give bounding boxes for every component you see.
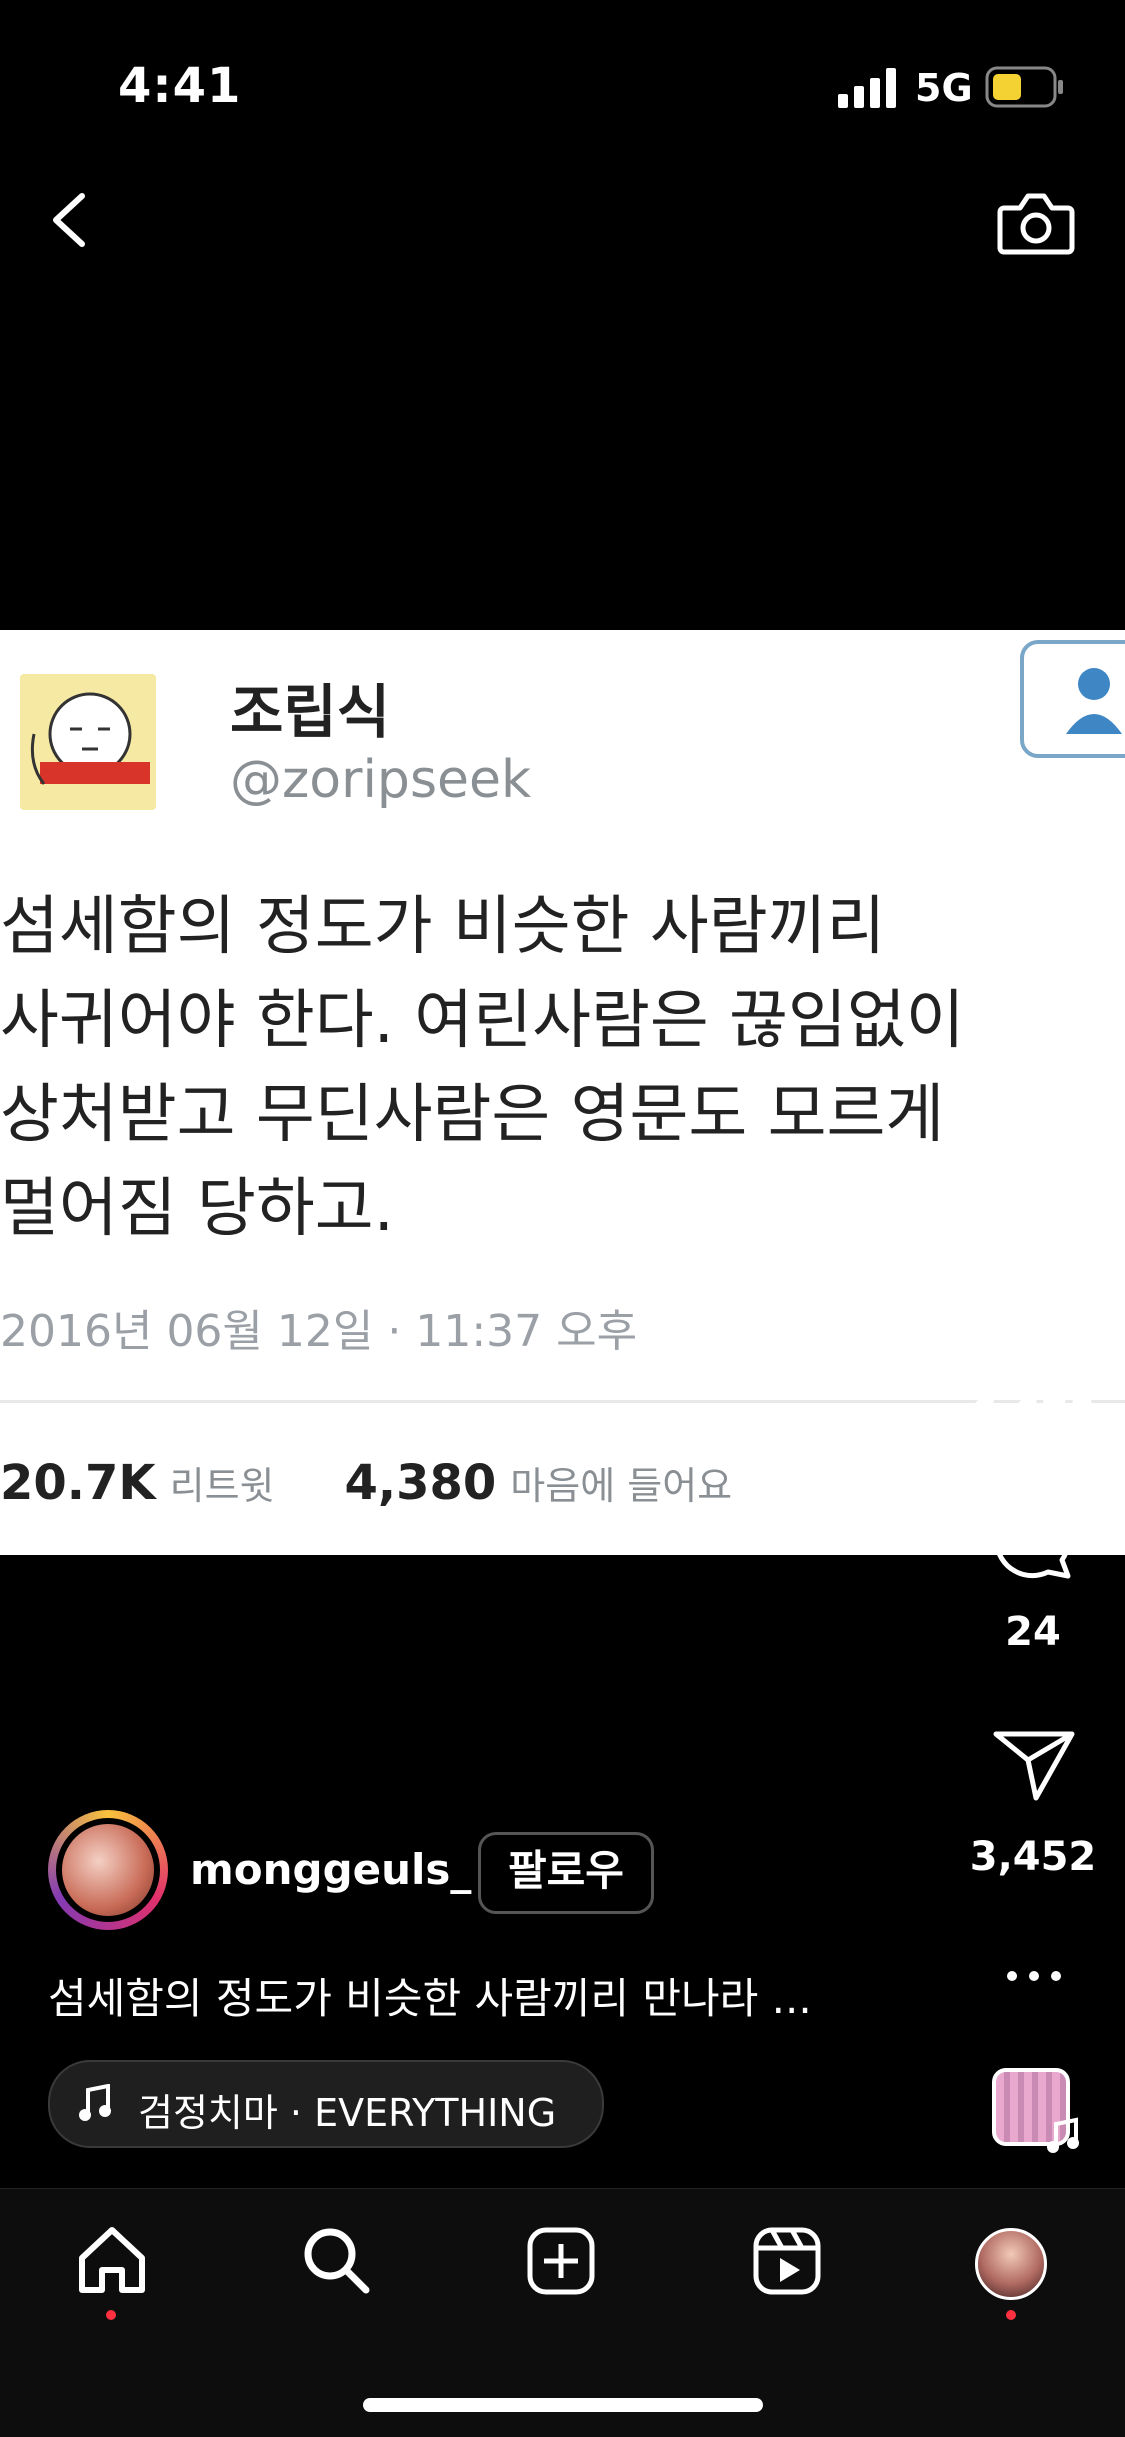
- profile-notification-dot: [1006, 2310, 1016, 2320]
- post-caption[interactable]: 섬세함의 정도가 비슷한 사람끼리 만나라 ...: [48, 1965, 812, 2026]
- music-track[interactable]: 검정치마 · EVERYTHING: [138, 2082, 556, 2137]
- signal-icon: [838, 68, 896, 108]
- home-notification-dot: [106, 2310, 116, 2320]
- person-icon: [1066, 668, 1122, 734]
- tweet-display-name: 조립식: [230, 678, 391, 746]
- retweet-label: 리트윗: [169, 1464, 275, 1508]
- status-time: 4:41: [118, 58, 242, 114]
- share-icon[interactable]: [992, 1728, 1076, 1802]
- battery-icon: [985, 66, 1063, 108]
- music-note-icon: [79, 2084, 111, 2121]
- tweet-follow-button: [1020, 640, 1125, 758]
- avatar: [62, 1824, 154, 1916]
- tweet-like-label: 마음에 들어요: [510, 1464, 733, 1508]
- like-count: 6,675: [969, 1392, 1097, 1438]
- follow-button[interactable]: 팔로우: [478, 1832, 654, 1914]
- tweet-handle: @zoripseek: [230, 750, 532, 810]
- tweet-line: 멀어짐 당하고.: [0, 1172, 394, 1246]
- tweet-avatar: [20, 674, 156, 810]
- camera-icon[interactable]: [996, 186, 1076, 258]
- create-icon[interactable]: [526, 2226, 596, 2296]
- share-count: 3,452: [969, 1834, 1097, 1880]
- tweet-line: 사귀어야 한다. 여린사람은 끊임없이: [0, 984, 965, 1058]
- tweet-date: 2016년 06월 12일 · 11:37 오후: [0, 1306, 638, 1357]
- heart-icon[interactable]: [992, 1282, 1076, 1358]
- comment-count: 24: [1005, 1609, 1061, 1655]
- comment-icon[interactable]: [990, 1498, 1074, 1582]
- network-type: 5G: [915, 66, 973, 110]
- tweet-line: 섬세함의 정도가 비슷한 사람끼리: [0, 890, 886, 964]
- username[interactable]: monggeuls_: [190, 1845, 471, 1894]
- audio-note-icon: [1047, 2117, 1079, 2153]
- chevron-left-icon[interactable]: [46, 190, 96, 250]
- tweet-like-count: 4,380: [344, 1455, 497, 1511]
- tweet-body: 섬세함의 정도가 비슷한 사람끼리 사귀어야 한다. 여린사람은 끊임없이 상처…: [0, 880, 1110, 1256]
- profile-avatar[interactable]: [975, 2228, 1047, 2300]
- reels-icon[interactable]: [752, 2226, 822, 2296]
- more-icon[interactable]: [1004, 1966, 1064, 1986]
- home-icon[interactable]: [76, 2224, 148, 2296]
- home-indicator: [363, 2398, 763, 2412]
- retweet-count: 20.7K: [0, 1455, 156, 1511]
- tweet-stats: 20.7K 리트윗 4,380 마음에 들어요: [0, 1455, 732, 1511]
- tweet-avatar-illustration: [30, 692, 150, 785]
- search-icon[interactable]: [300, 2224, 372, 2296]
- tweet-line: 상처받고 무딘사람은 영문도 모르게: [0, 1078, 945, 1152]
